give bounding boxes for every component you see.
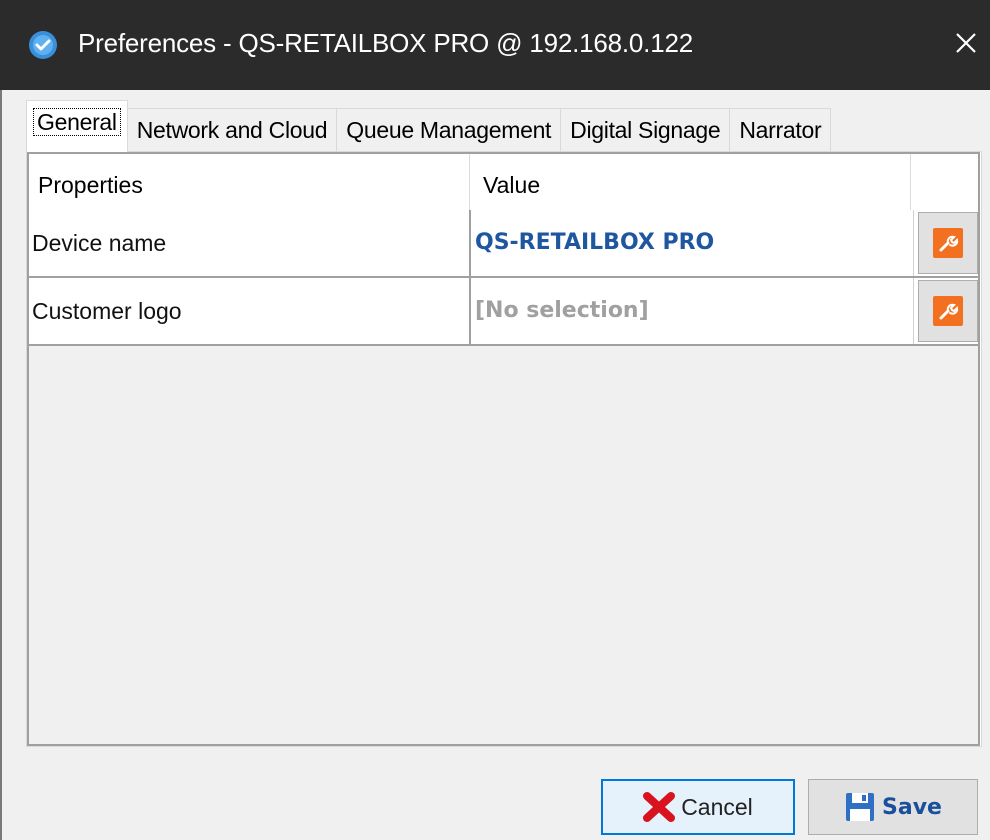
- tab-strip: General Network and Cloud Queue Manageme…: [26, 100, 832, 152]
- tab-general[interactable]: General: [26, 100, 128, 152]
- window-title: Preferences - QS-RETAILBOX PRO @ 192.168…: [78, 28, 693, 58]
- edit-device-name-button[interactable]: [918, 212, 978, 274]
- title-bar: Preferences - QS-RETAILBOX PRO @ 192.168…: [0, 0, 990, 90]
- column-header-properties[interactable]: Properties: [29, 154, 469, 210]
- save-button[interactable]: Save: [808, 779, 978, 835]
- tab-label: General: [33, 108, 121, 136]
- tab-label: Narrator: [739, 117, 822, 143]
- property-grid: Properties Value Device name QS-RETAILBO…: [27, 152, 980, 746]
- property-name: Customer logo: [32, 298, 182, 324]
- save-label: Save: [882, 794, 942, 820]
- wrench-icon: [933, 296, 963, 326]
- window-border: [0, 90, 2, 840]
- tab-narrator[interactable]: Narrator: [729, 108, 832, 152]
- tab-queue-management[interactable]: Queue Management: [336, 108, 562, 152]
- property-value[interactable]: QS-RETAILBOX PRO: [475, 210, 911, 276]
- table-row[interactable]: Customer logo [No selection]: [29, 278, 978, 346]
- red-x-icon: [643, 792, 676, 822]
- tab-label: Digital Signage: [570, 117, 721, 143]
- property-name: Device name: [32, 230, 167, 256]
- edit-cell: [913, 210, 978, 276]
- table-row[interactable]: Device name QS-RETAILBOX PRO: [29, 210, 978, 278]
- tab-digital-signage[interactable]: Digital Signage: [560, 108, 731, 152]
- floppy-disk-icon: [844, 791, 876, 823]
- column-header-value[interactable]: Value: [470, 154, 910, 210]
- property-value[interactable]: [No selection]: [475, 278, 911, 344]
- tab-label: Network and Cloud: [136, 117, 328, 143]
- close-button[interactable]: [942, 20, 990, 70]
- cancel-button[interactable]: Cancel: [601, 779, 795, 835]
- shield-check-icon: [28, 30, 58, 60]
- column-divider: [910, 154, 911, 210]
- edit-cell: [913, 278, 978, 344]
- column-divider: [469, 210, 471, 276]
- wrench-icon: [933, 228, 963, 258]
- grid-header: Properties Value: [29, 154, 978, 210]
- cancel-label: Cancel: [681, 793, 753, 820]
- tab-network-and-cloud[interactable]: Network and Cloud: [126, 108, 338, 152]
- column-divider: [469, 278, 471, 344]
- close-icon: [955, 32, 977, 59]
- tab-label: Queue Management: [346, 117, 552, 143]
- edit-customer-logo-button[interactable]: [918, 280, 978, 342]
